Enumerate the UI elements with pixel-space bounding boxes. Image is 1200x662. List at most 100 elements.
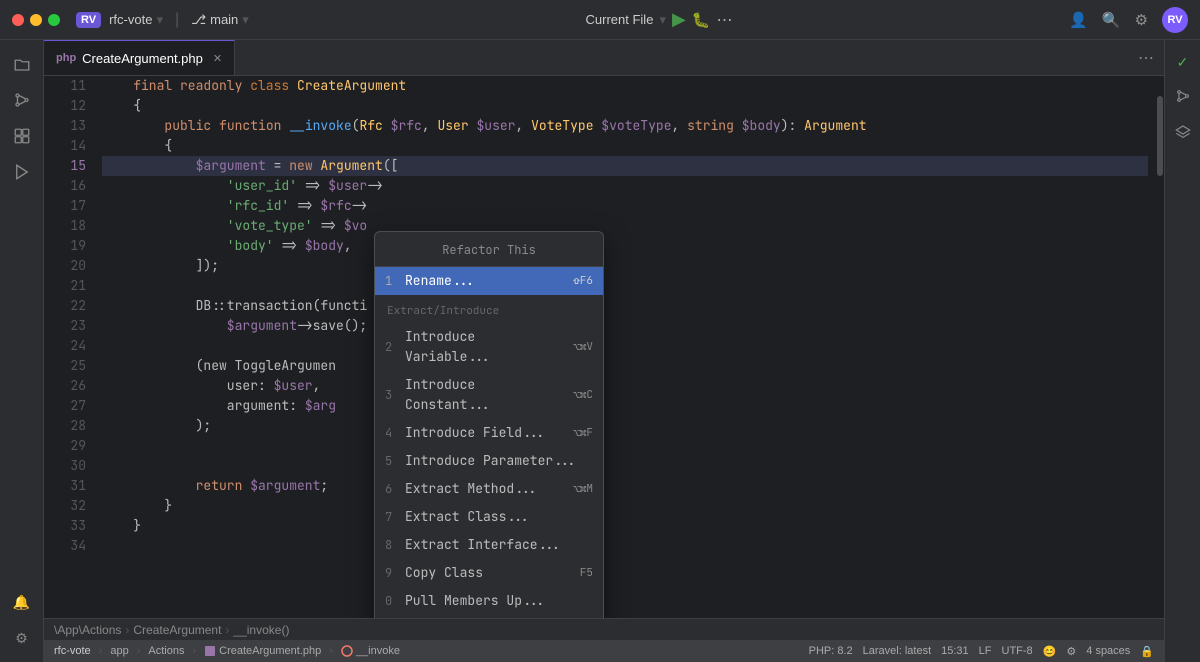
branch-name: main [210, 12, 238, 27]
editor-area: php CreateArgument.php ✕ ⋯ 11 12 13 14 1… [44, 40, 1164, 662]
code-line-19: 'body' => $body, [102, 236, 1148, 256]
menu-item-introduce-parameter[interactable]: 5 Introduce Parameter... [375, 447, 603, 475]
menu-item-pull-members-up[interactable]: 0 Pull Members Up... [375, 587, 603, 615]
code-line-18: 'vote_type' => $vo [102, 216, 1148, 236]
right-sidebar: ✓ [1164, 40, 1200, 662]
breadcrumb-path: \App\Actions [54, 623, 121, 637]
code-line-27: argument: $arg [102, 396, 1148, 416]
debug-button[interactable]: 🐛 [692, 11, 711, 29]
code-line-34 [102, 536, 1148, 556]
main-layout: 🔔 ⚙ php CreateArgument.php ✕ ⋯ 11 12 13 … [0, 40, 1200, 662]
menu-title: Refactor This [375, 232, 603, 267]
line-numbers: 11 12 13 14 15 16 17 18 19 20 21 22 23 2… [44, 76, 94, 618]
close-button[interactable] [12, 14, 24, 26]
run-button[interactable]: ▶ [672, 9, 686, 30]
code-line-24 [102, 336, 1148, 356]
menu-item-introduce-field[interactable]: 4 Introduce Field... ⌥⌘F [375, 419, 603, 447]
current-file-label: Current File [586, 12, 654, 27]
menu-item-push-members-down[interactable]: Push Members Down... [375, 615, 603, 618]
breadcrumb-method: __invoke() [233, 623, 289, 637]
menu-section-extract: Extract/Introduce [375, 295, 603, 323]
code-line-28: ); [102, 416, 1148, 436]
status-laravel-version: Laravel: latest [863, 645, 931, 657]
tab-bar: php CreateArgument.php ✕ ⋯ [44, 40, 1164, 76]
code-editor[interactable]: 11 12 13 14 15 16 17 18 19 20 21 22 23 2… [44, 76, 1164, 618]
code-line-13: public function __invoke(Rfc $rfc, User … [102, 116, 1148, 136]
code-line-16: 'user_id' => $user-> [102, 176, 1148, 196]
run-configuration[interactable]: Current File ▾ ▶ 🐛 ⋯ [586, 9, 733, 30]
sidebar-item-plugins[interactable] [6, 120, 38, 152]
status-time: 15:31 [941, 645, 969, 657]
branch-icon: ⎇ [191, 12, 206, 28]
refactor-context-menu[interactable]: Refactor This 1 Rename... ⇧F6 Extract/In… [374, 231, 604, 618]
code-line-15: $argument = new Argument([ [102, 156, 1148, 176]
code-content[interactable]: final readonly class CreateArgument { pu… [94, 76, 1156, 618]
tab-label: CreateArgument.php [82, 51, 203, 66]
menu-item-extract-method[interactable]: 6 Extract Method... ⌥⌘M [375, 475, 603, 503]
sidebar-item-notifications[interactable]: 🔔 [6, 586, 38, 618]
project-info[interactable]: RV rfc-vote ▾ [76, 12, 163, 28]
status-project: rfc-vote [54, 645, 91, 657]
tab-create-argument[interactable]: php CreateArgument.php ✕ [44, 40, 235, 75]
sidebar-item-vcs[interactable] [6, 84, 38, 116]
menu-item-num-1: 1 [385, 271, 399, 291]
search-icon[interactable]: 🔍 [1102, 11, 1121, 29]
code-line-21 [102, 276, 1148, 296]
status-lock: 🔒 [1140, 645, 1154, 658]
sidebar: 🔔 ⚙ [0, 40, 44, 662]
minimize-button[interactable] [30, 14, 42, 26]
status-line-ending: LF [979, 645, 992, 657]
tab-actions-button[interactable]: ⋯ [1128, 48, 1164, 68]
status-encoding: UTF-8 [1002, 645, 1033, 657]
branch-selector[interactable]: ⎇ main ▾ [191, 12, 249, 28]
sidebar-item-run[interactable] [6, 156, 38, 188]
sidebar-item-settings[interactable]: ⚙ [6, 622, 38, 654]
status-file: CreateArgument.php [204, 645, 321, 657]
code-line-12: { [102, 96, 1148, 116]
menu-item-rename[interactable]: 1 Rename... ⇧F6 [375, 267, 603, 295]
scrollbar[interactable] [1156, 76, 1164, 618]
code-line-26: user: $user, [102, 376, 1148, 396]
menu-item-introduce-variable[interactable]: 2 Introduce Variable... ⌥⌘V [375, 323, 603, 371]
status-right: PHP: 8.2 Laravel: latest 15:31 LF UTF-8 … [809, 645, 1154, 658]
status-bar: rfc-vote › app › Actions › CreateArgumen… [44, 640, 1164, 662]
avatar[interactable]: RV [1162, 7, 1188, 33]
status-indent: 4 spaces [1086, 645, 1130, 657]
status-settings: ⚙ [1066, 645, 1076, 658]
breadcrumb-sep-1: › [125, 623, 129, 637]
code-line-17: 'rfc_id' => $rfc-> [102, 196, 1148, 216]
status-method: __invoke [341, 645, 400, 657]
code-line-31: return $argument; [102, 476, 1148, 496]
right-sidebar-layers[interactable] [1169, 116, 1197, 144]
code-line-22: DB::transaction(functi [102, 296, 1148, 316]
settings-icon[interactable]: ⚙ [1135, 11, 1148, 29]
titlebar-actions: 👤 🔍 ⚙ RV [1069, 7, 1188, 33]
project-name: rfc-vote [109, 12, 152, 27]
breadcrumb-class: CreateArgument [133, 623, 221, 637]
menu-item-shortcut-rename: ⇧F6 [573, 271, 593, 291]
titlebar: RV rfc-vote ▾ | ⎇ main ▾ Current File ▾ … [0, 0, 1200, 40]
more-options-button[interactable]: ⋯ [717, 10, 733, 30]
code-line-32: } [102, 496, 1148, 516]
menu-item-label-rename: Rename... [405, 271, 567, 291]
code-line-29 [102, 436, 1148, 456]
code-line-20: ]); [102, 256, 1148, 276]
menu-item-extract-interface[interactable]: 8 Extract Interface... [375, 531, 603, 559]
menu-item-extract-class[interactable]: 7 Extract Class... [375, 503, 603, 531]
right-sidebar-checkmark[interactable]: ✓ [1169, 48, 1197, 76]
code-line-11: final readonly class CreateArgument [102, 76, 1148, 96]
right-sidebar-git[interactable] [1169, 82, 1197, 110]
scrollbar-thumb[interactable] [1157, 96, 1163, 176]
tab-close-button[interactable]: ✕ [213, 52, 222, 65]
php-file-icon: php [56, 52, 76, 64]
titlebar-divider: | [175, 11, 179, 29]
status-php-version: PHP: 8.2 [809, 645, 853, 657]
sidebar-item-folder[interactable] [6, 48, 38, 80]
maximize-button[interactable] [48, 14, 60, 26]
code-line-14: { [102, 136, 1148, 156]
project-badge: RV [76, 12, 101, 28]
user-icon[interactable]: 👤 [1069, 11, 1088, 29]
menu-item-introduce-constant[interactable]: 3 Introduce Constant... ⌥⌘C [375, 371, 603, 419]
menu-item-copy-class[interactable]: 9 Copy Class F5 [375, 559, 603, 587]
status-emoji: 😊 [1043, 645, 1057, 658]
